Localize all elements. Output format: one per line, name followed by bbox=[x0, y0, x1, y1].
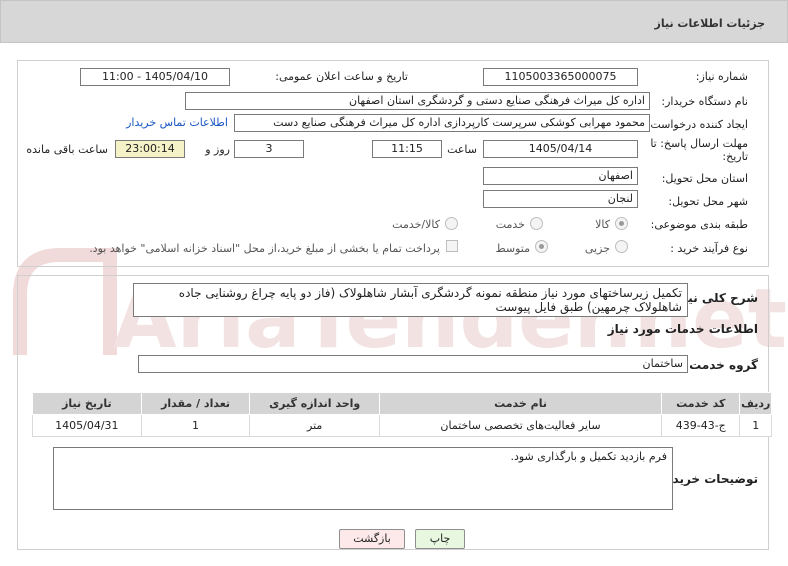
category-radio-goods[interactable] bbox=[615, 217, 628, 230]
print-button[interactable]: چاپ bbox=[415, 529, 465, 549]
process-type-label: نوع فرآیند خرید : bbox=[670, 242, 748, 255]
remaining-time-field: 23:00:14 bbox=[115, 140, 185, 158]
process-radio-minor[interactable] bbox=[615, 240, 628, 253]
cell-unit: متر bbox=[249, 414, 380, 437]
buyer-org-label: نام دستگاه خریدار: bbox=[661, 95, 748, 108]
cell-service-code: ج-43-439 bbox=[661, 414, 741, 437]
col-service-code: کد خدمت bbox=[661, 392, 741, 415]
province-label: استان محل تحویل: bbox=[661, 172, 748, 185]
cell-quantity: 1 bbox=[140, 414, 251, 437]
summary-text-box: تکمیل زیرساختهای مورد نیاز منطقه نمونه گ… bbox=[133, 283, 688, 317]
buyer-contact-link[interactable]: اطلاعات تماس خریدار bbox=[126, 116, 228, 129]
back-button[interactable]: بازگشت bbox=[339, 529, 405, 549]
deadline-label-line2: تاریخ: bbox=[722, 150, 748, 163]
announce-datetime-label: تاریخ و ساعت اعلان عمومی: bbox=[275, 70, 408, 83]
buyer-notes-box: فرم بازدید تکمیل و بارگذاری شود. bbox=[53, 447, 673, 510]
category-radio-service[interactable] bbox=[530, 217, 543, 230]
services-table-header: ردیف کد خدمت نام خدمت واحد اندازه گیری ت… bbox=[32, 392, 772, 415]
col-unit: واحد اندازه گیری bbox=[249, 392, 380, 415]
need-number-label: شماره نیاز: bbox=[695, 70, 748, 83]
remaining-time-label: ساعت باقی مانده bbox=[26, 143, 108, 156]
col-need-date: تاریخ نیاز bbox=[32, 392, 142, 415]
category-radio-goods-service[interactable] bbox=[445, 217, 458, 230]
treasury-payment-checkbox[interactable] bbox=[446, 240, 458, 252]
service-group-field: ساختمان bbox=[138, 355, 688, 373]
col-row-number: ردیف bbox=[739, 392, 772, 415]
city-label: شهر محل تحویل: bbox=[668, 195, 748, 208]
cell-row-number: 1 bbox=[739, 414, 772, 437]
deadline-date-field: 1405/04/14 bbox=[483, 140, 638, 158]
services-table: ردیف کد خدمت نام خدمت واحد اندازه گیری ت… bbox=[32, 392, 772, 437]
table-row: 1 ج-43-439 سایر فعالیت‌های تخصصی ساختمان… bbox=[32, 414, 772, 437]
col-service-name: نام خدمت bbox=[378, 392, 663, 415]
deadline-time-label: ساعت bbox=[447, 143, 477, 156]
page-header: جزئیات اطلاعات نیاز bbox=[0, 0, 788, 43]
category-option-goods: کالا bbox=[595, 218, 610, 231]
col-quantity: تعداد / مقدار bbox=[140, 392, 251, 415]
process-option-medium: متوسط bbox=[495, 242, 530, 255]
category-option-service: خدمت bbox=[495, 218, 525, 231]
cell-need-date: 1405/04/31 bbox=[32, 414, 142, 437]
deadline-time-field: 11:15 bbox=[372, 140, 442, 158]
treasury-payment-note: پرداخت تمام یا بخشی از مبلغ خرید،از محل … bbox=[89, 242, 440, 255]
days-label: روز و bbox=[205, 143, 230, 156]
announce-datetime-field: 1405/04/10 - 11:00 bbox=[80, 68, 230, 86]
days-remaining-field: 3 bbox=[234, 140, 304, 158]
deadline-label-line1: مهلت ارسال پاسخ: تا bbox=[650, 137, 748, 150]
creator-field: محمود مهرابی کوشکی سرپرست کارپردازی ادار… bbox=[234, 114, 650, 132]
process-option-minor: جزیی bbox=[584, 242, 610, 255]
process-radio-medium[interactable] bbox=[535, 240, 548, 253]
province-field: اصفهان bbox=[483, 167, 638, 185]
buyer-org-field: اداره کل میراث فرهنگی صنایع دستی و گردشگ… bbox=[185, 92, 650, 110]
need-number-field: 1105003365000075 bbox=[483, 68, 638, 86]
page-title: جزئیات اطلاعات نیاز bbox=[654, 17, 766, 30]
service-group-label: گروه خدمت: bbox=[684, 358, 758, 372]
category-option-goods-service: کالا/خدمت bbox=[392, 218, 440, 231]
category-label: طبقه بندی موضوعی: bbox=[650, 218, 748, 231]
cell-service-name: سایر فعالیت‌های تخصصی ساختمان bbox=[378, 414, 663, 437]
creator-label: ایجاد کننده درخواست: bbox=[646, 118, 748, 131]
city-field: لنجان bbox=[483, 190, 638, 208]
services-section-title: اطلاعات خدمات مورد نیاز bbox=[607, 322, 758, 336]
